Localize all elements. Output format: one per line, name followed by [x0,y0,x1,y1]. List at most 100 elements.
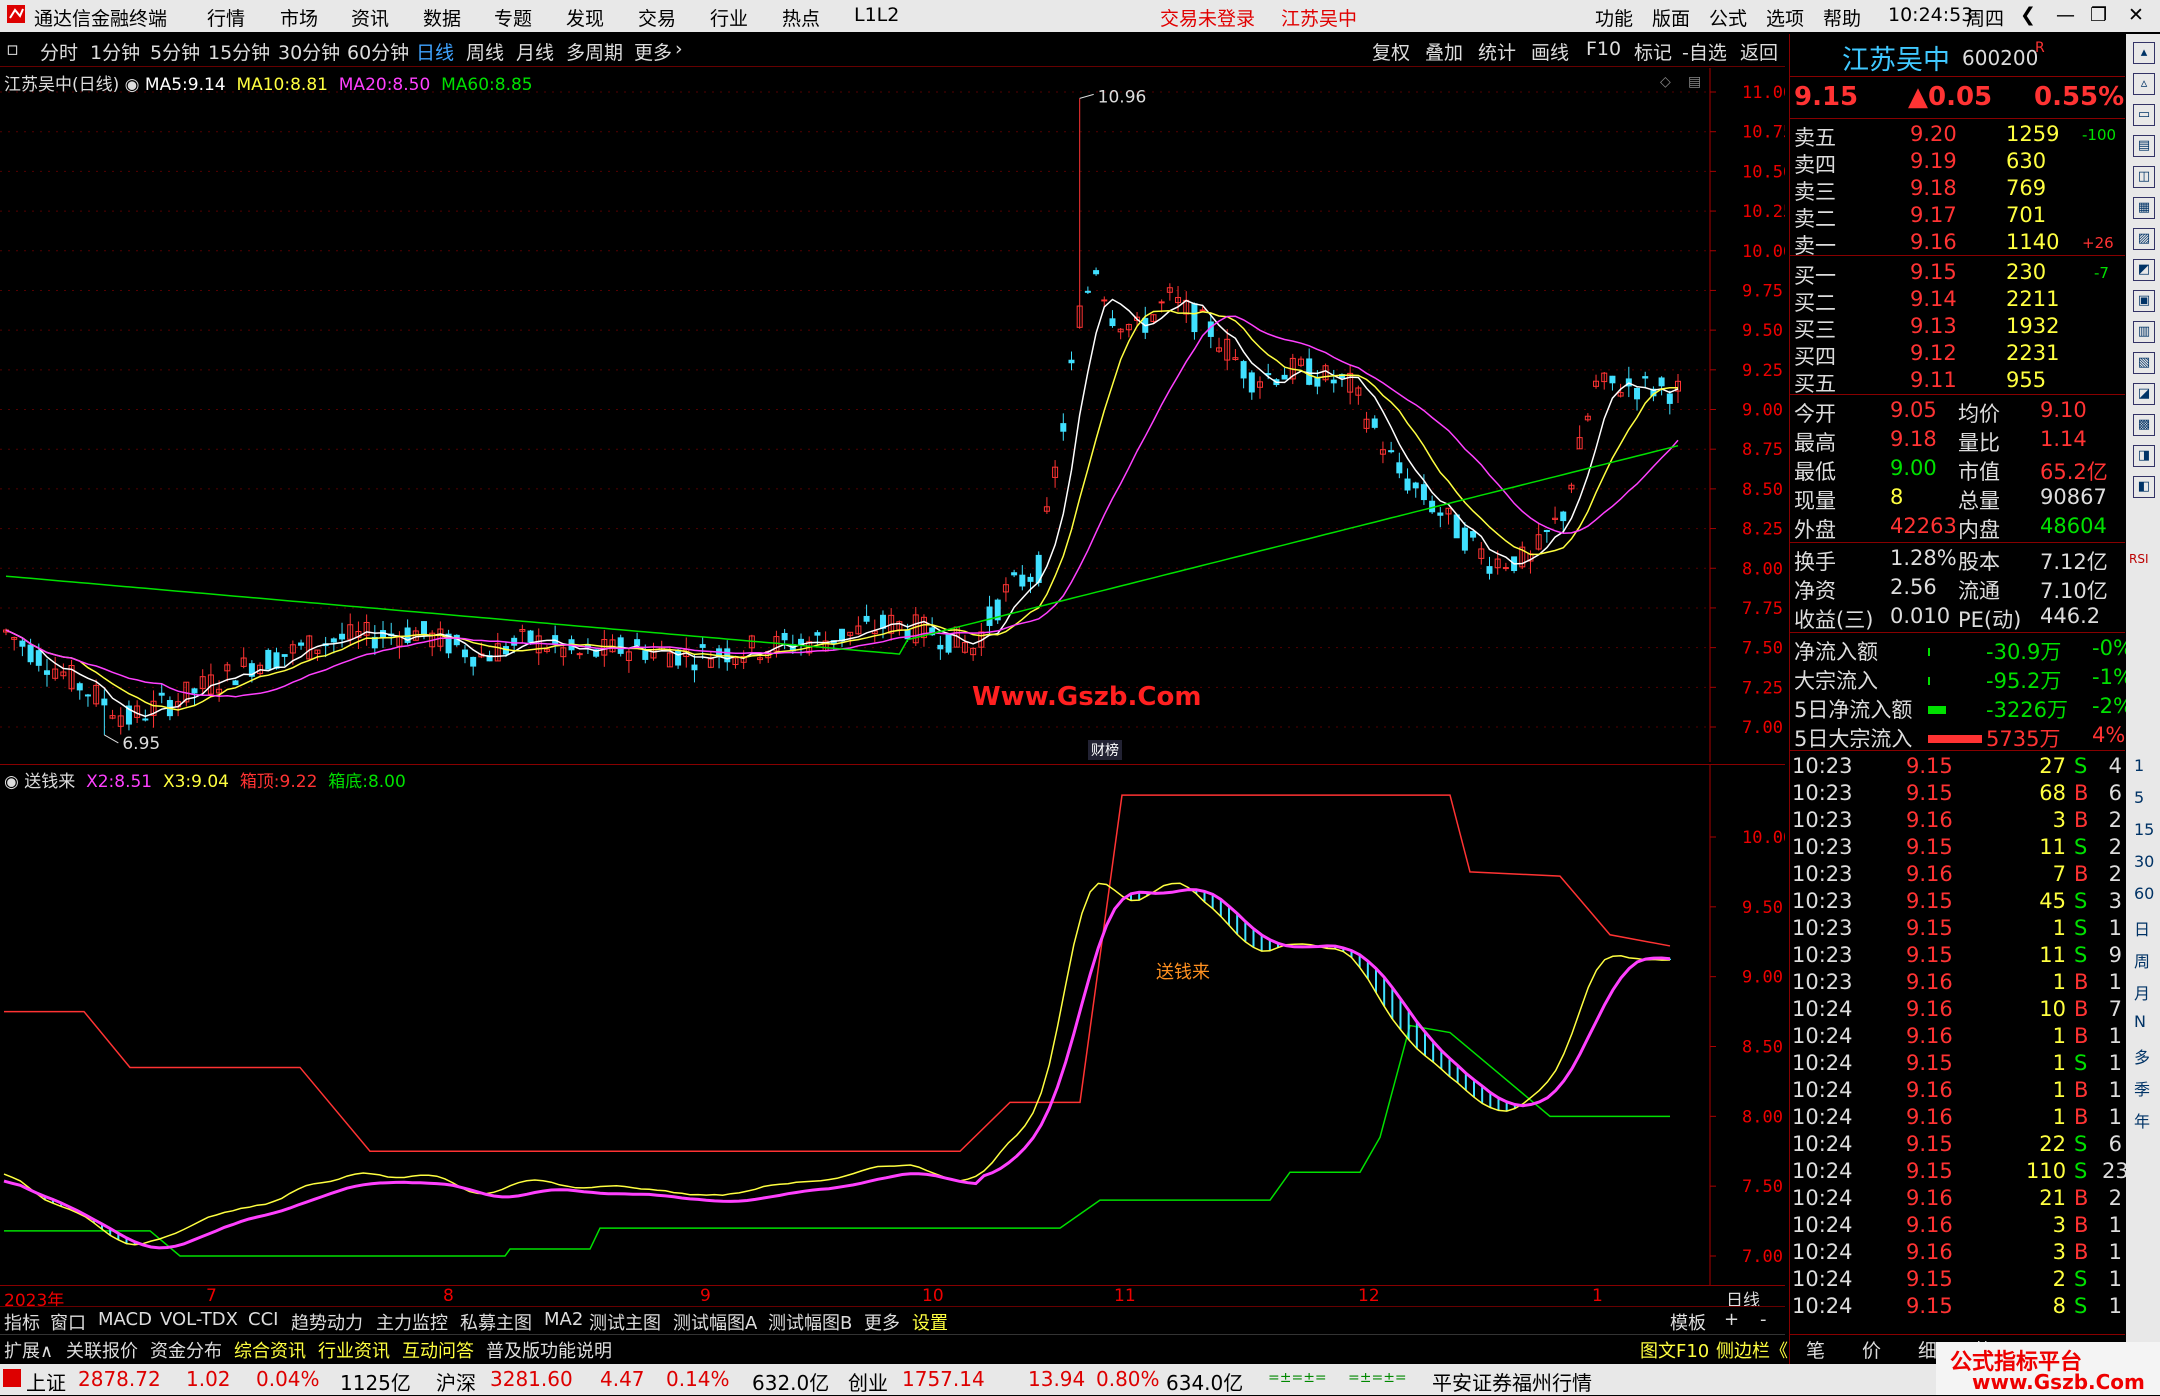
tool-mark[interactable]: 标记 [1634,38,1672,65]
tab-test-main[interactable]: 测试主图 [589,1309,661,1335]
side-tool-icon[interactable]: ▵ [2133,73,2155,95]
menu-market[interactable]: 市场 [280,4,318,31]
menu-function[interactable]: 功能 [1595,4,1633,31]
side-tool-icon[interactable]: ▦ [2133,197,2155,219]
side-tool-icon[interactable]: ▨ [2133,228,2155,250]
side-period-1[interactable]: 5 [2134,788,2144,807]
tab-remove[interactable]: - [1760,1309,1767,1330]
menu-options[interactable]: 选项 [1766,4,1804,31]
tab-settings[interactable]: 设置 [912,1309,948,1335]
tab-vol-tdx[interactable]: VOL-TDX [160,1309,238,1330]
menu-data[interactable]: 数据 [423,4,461,31]
tab-edition-info[interactable]: 普及版功能说明 [486,1337,612,1363]
period-weekly[interactable]: 周线 [466,38,504,65]
side-period-10[interactable]: 季 [2134,1076,2150,1100]
period-60min[interactable]: 60分钟 [347,38,409,65]
period-15min[interactable]: 15分钟 [208,38,270,65]
tab-related-quotes[interactable]: 关联报价 [66,1337,138,1363]
tab-general-news[interactable]: 综合资讯 [234,1337,306,1363]
side-tool-icon[interactable]: ◨ [2133,445,2155,467]
menu-news[interactable]: 资讯 [351,4,389,31]
menu-formula[interactable]: 公式 [1709,4,1747,31]
side-period-4[interactable]: 60 [2134,884,2154,903]
side-tool-icon[interactable]: ◪ [2133,383,2155,405]
close-icon[interactable]: ✕ [2128,4,2144,26]
side-tool-icon[interactable]: ▩ [2133,414,2155,436]
tab-trend-power[interactable]: 趋势动力 [291,1309,363,1335]
index-sh-name[interactable]: 上证 [26,1367,66,1396]
tool-overlay[interactable]: 叠加 [1425,38,1463,65]
tab-add[interactable]: + [1724,1309,1739,1330]
side-period-2[interactable]: 15 [2134,820,2154,839]
period-1min[interactable]: 1分钟 [90,38,140,65]
index-hs-name[interactable]: 沪深 [436,1367,476,1396]
side-period-9[interactable]: 多 [2134,1044,2150,1068]
side-tool-icon[interactable]: ▭ [2133,104,2155,126]
tool-back[interactable]: 返回 [1740,38,1778,65]
tab-ma2[interactable]: MA2 [544,1309,583,1330]
side-tool-icon[interactable]: ▧ [2133,352,2155,374]
tab-test-sub-a[interactable]: 测试幅图A [673,1309,757,1335]
side-period-3[interactable]: 30 [2134,852,2154,871]
menu-hotspot[interactable]: 热点 [782,4,820,31]
side-period-11[interactable]: 年 [2134,1108,2150,1132]
side-tool-icon[interactable]: ▥ [2133,321,2155,343]
menu-topic[interactable]: 专题 [494,4,532,31]
rsi-icon[interactable]: RSI [2129,552,2149,566]
tab-detail[interactable]: 细 [1918,1336,1937,1363]
side-period-7[interactable]: 月 [2134,980,2150,1004]
tab-industry-news[interactable]: 行业资讯 [318,1337,390,1363]
tool-draw[interactable]: 画线 [1531,38,1569,65]
side-tool-icon[interactable]: ▣ [2133,290,2155,312]
menu-layout[interactable]: 版面 [1652,4,1690,31]
side-period-5[interactable]: 日 [2134,916,2150,940]
side-tool-icon[interactable]: ◩ [2133,259,2155,281]
tab-price-table[interactable]: 价 [1862,1336,1881,1363]
trade-login-status[interactable]: 交易未登录 [1160,4,1255,31]
side-tool-icon[interactable]: ▤ [2133,135,2155,157]
side-tool-icon[interactable]: ◧ [2133,476,2155,498]
main-kline-panel[interactable]: 江苏吴中(日线) ◉ MA5:9.14 MA10:8.81 MA20:8.50 … [0,68,1785,762]
tab-cci[interactable]: CCI [248,1309,278,1330]
index-cy-name[interactable]: 创业 [848,1367,888,1396]
back-icon[interactable]: ❮ [2020,4,2036,26]
side-period-6[interactable]: 周 [2134,948,2150,972]
caibang-badge[interactable]: 财榜 [1088,740,1122,760]
tab-f10-text[interactable]: 图文F10 [1640,1337,1709,1363]
menu-l1l2[interactable]: L1L2 [854,4,899,26]
tab-expand[interactable]: 扩展∧ [4,1337,53,1363]
tab-template[interactable]: 模板 [1670,1309,1706,1335]
tab-macd[interactable]: MACD [98,1309,152,1330]
period-more[interactable]: 更多 [634,38,672,65]
menu-industry[interactable]: 行业 [710,4,748,31]
minimize-icon[interactable]: — [2056,4,2075,26]
tool-stats[interactable]: 统计 [1478,38,1516,65]
tab-private-main[interactable]: 私募主图 [460,1309,532,1335]
side-period-0[interactable]: 1 [2134,756,2144,775]
period-fenshi[interactable]: 分时 [40,38,78,65]
side-tool-icon[interactable]: ▴ [2133,42,2155,64]
period-daily[interactable]: 日线 [416,38,454,65]
menu-trade[interactable]: 交易 [638,4,676,31]
tab-fund-dist[interactable]: 资金分布 [150,1337,222,1363]
tab-test-sub-b[interactable]: 测试幅图B [768,1309,852,1335]
tool-watchlist[interactable]: -自选 [1682,38,1727,65]
tab-indicator[interactable]: 指标 [4,1309,40,1335]
tab-qa[interactable]: 互动问答 [402,1337,474,1363]
tab-tick-detail[interactable]: 笔 [1806,1336,1825,1363]
period-5min[interactable]: 5分钟 [150,38,200,65]
period-30min[interactable]: 30分钟 [278,38,340,65]
tool-f10[interactable]: F10 [1586,38,1621,60]
window-icon[interactable]: ▫ [6,38,19,60]
menu-discover[interactable]: 发现 [566,4,604,31]
period-multi[interactable]: 多周期 [566,38,623,65]
indicator-panel[interactable]: ◉ 送钱来 X2:8.51 X3:9.04 箱顶:9.22 箱底:8.00 10… [0,764,1785,1285]
tab-more[interactable]: 更多 [864,1309,900,1335]
menu-hq[interactable]: 行情 [207,4,245,31]
period-monthly[interactable]: 月线 [516,38,554,65]
tab-main-monitor[interactable]: 主力监控 [376,1309,448,1335]
restore-icon[interactable]: ❐ [2090,4,2107,26]
tab-sidebar[interactable]: 侧边栏《 [1716,1337,1788,1363]
tab-window[interactable]: 窗口 [50,1309,86,1335]
menu-help[interactable]: 帮助 [1823,4,1861,31]
